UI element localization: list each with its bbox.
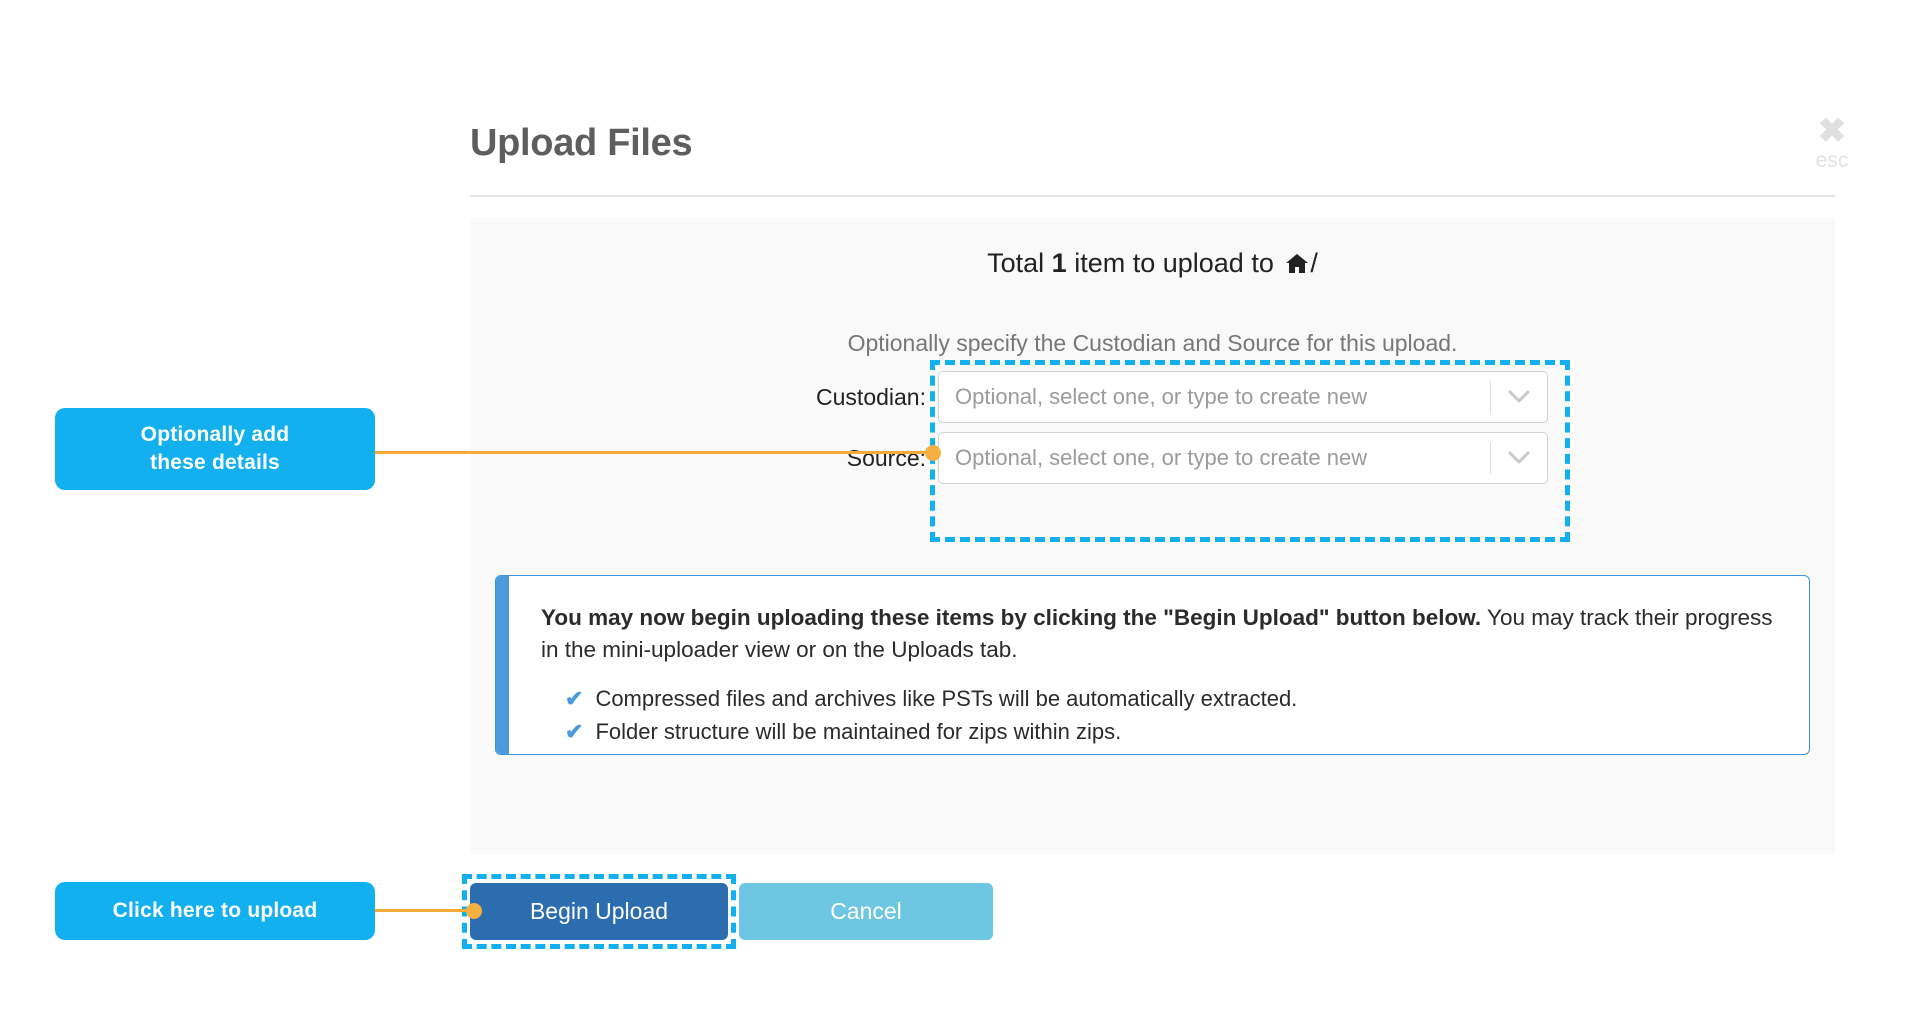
annotation-highlight-fields xyxy=(930,360,1570,542)
annotation-highlight-begin-upload xyxy=(462,874,736,949)
info-box-accent-bar xyxy=(496,576,509,754)
annotation-callout-upload: Click here to upload xyxy=(55,882,375,940)
annotation-connector-top xyxy=(375,451,933,454)
info-box: You may now begin uploading these items … xyxy=(495,575,1810,755)
upload-summary: Total 1 item to upload to / xyxy=(470,248,1835,279)
annotation-connector-dot-bottom xyxy=(466,903,482,919)
annotation-connector-dot-top xyxy=(925,445,941,461)
home-icon xyxy=(1285,253,1309,274)
summary-count: 1 xyxy=(1051,248,1067,278)
list-item: ✔ Compressed files and archives like PST… xyxy=(541,682,1779,715)
annotation-callout-details: Optionally add these details xyxy=(55,408,375,490)
list-item: ✔ Folder structure will be maintained fo… xyxy=(541,715,1779,748)
info-box-bold-text: You may now begin uploading these items … xyxy=(541,605,1482,630)
cancel-button[interactable]: Cancel xyxy=(739,883,993,940)
info-box-paragraph: You may now begin uploading these items … xyxy=(541,602,1779,666)
list-item-label: Folder structure will be maintained for … xyxy=(595,719,1122,744)
source-label: Source: xyxy=(846,444,926,471)
close-button[interactable]: ✖ esc xyxy=(1796,114,1868,172)
info-box-bullet-list: ✔ Compressed files and archives like PST… xyxy=(541,682,1779,748)
close-x-icon[interactable]: ✖ xyxy=(1796,114,1868,148)
info-box-content: You may now begin uploading these items … xyxy=(496,576,1809,748)
annotation-callout-details-line2: these details xyxy=(150,451,280,474)
page-title: Upload Files xyxy=(470,122,693,164)
check-icon: ✔ xyxy=(565,686,584,711)
screen-root: Upload Files ✖ esc Total 1 item to uploa… xyxy=(0,0,1920,1034)
summary-prefix: Total xyxy=(987,248,1052,278)
header-divider xyxy=(470,195,1835,197)
upload-instruction: Optionally specify the Custodian and Sou… xyxy=(847,330,1458,356)
summary-suffix: item to upload to xyxy=(1066,248,1282,278)
close-esc-label: esc xyxy=(1815,149,1849,172)
summary-path: / xyxy=(1310,248,1318,278)
annotation-callout-details-line1: Optionally add xyxy=(140,423,290,446)
list-item-label: Compressed files and archives like PSTs … xyxy=(595,686,1298,711)
check-icon: ✔ xyxy=(565,719,584,744)
custodian-label: Custodian: xyxy=(816,383,926,410)
annotation-connector-bottom xyxy=(375,909,475,912)
